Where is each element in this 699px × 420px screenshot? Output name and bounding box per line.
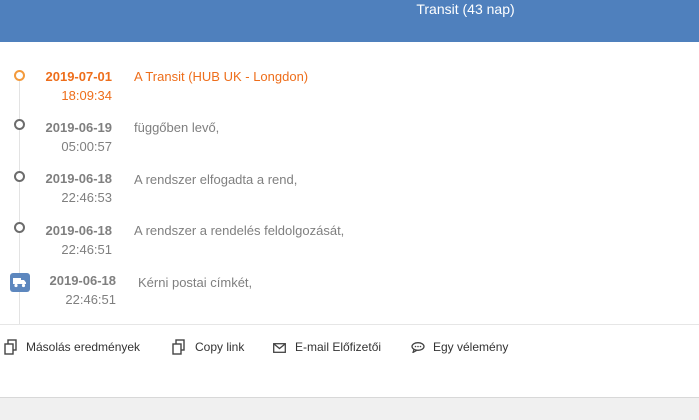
event-time: 22:46:53 xyxy=(61,190,112,205)
event-date: 2019-06-18 xyxy=(49,273,117,288)
event-description: függőben levő, xyxy=(134,120,220,135)
copy-icon xyxy=(4,339,18,358)
event-date: 2019-06-18 xyxy=(45,223,113,238)
footer-bar xyxy=(0,397,699,420)
event-time: 22:46:51 xyxy=(61,242,112,257)
event-time: 18:09:34 xyxy=(61,88,112,103)
event-date: 2019-07-01 xyxy=(45,69,113,84)
copy-icon xyxy=(172,339,186,358)
timeline-event-shipment: 2019-06-18 22:46:51 Kérni postai címkét, xyxy=(0,266,699,310)
copy-results-button[interactable]: Másolás eredmények xyxy=(4,339,150,355)
speech-bubble-icon xyxy=(411,342,425,356)
copy-link-label: Copy link xyxy=(195,340,245,354)
feedback-label: Egy vélemény xyxy=(433,340,509,354)
copy-link-button[interactable]: Copy link xyxy=(172,339,252,355)
email-subscribe-button[interactable]: E-mail Előfizetői xyxy=(273,339,381,356)
event-time: 22:46:51 xyxy=(65,292,116,307)
event-description: A rendszer a rendelés feldolgozását, xyxy=(134,223,345,238)
timeline-event-active: 2019-07-01 18:09:34 A Transit (HUB UK - … xyxy=(0,62,699,106)
feedback-button[interactable]: Egy vélemény xyxy=(411,339,511,355)
status-header: Transit (43 nap) xyxy=(0,0,699,42)
event-description: A rendszer elfogadta a rend, xyxy=(134,172,298,187)
email-subscribe-label: E-mail Előfizetői xyxy=(295,340,382,354)
actions-divider xyxy=(0,324,699,325)
timeline-event: 2019-06-18 22:46:51 A rendszer a rendelé… xyxy=(0,218,699,262)
event-description: A Transit (HUB UK - Longdon) xyxy=(134,69,309,84)
envelope-icon xyxy=(273,342,286,356)
timeline-event: 2019-06-18 22:46:53 A rendszer elfogadta… xyxy=(0,166,699,210)
timeline-event: 2019-06-19 05:00:57 függőben levő, xyxy=(0,114,699,158)
event-time: 05:00:57 xyxy=(61,139,112,154)
event-description: Kérni postai címkét, xyxy=(138,275,253,290)
event-date: 2019-06-19 xyxy=(45,120,113,135)
copy-results-label: Másolás eredmények xyxy=(26,340,141,354)
transit-status-title: Transit (43 nap) xyxy=(416,1,515,17)
event-date: 2019-06-18 xyxy=(45,171,113,186)
